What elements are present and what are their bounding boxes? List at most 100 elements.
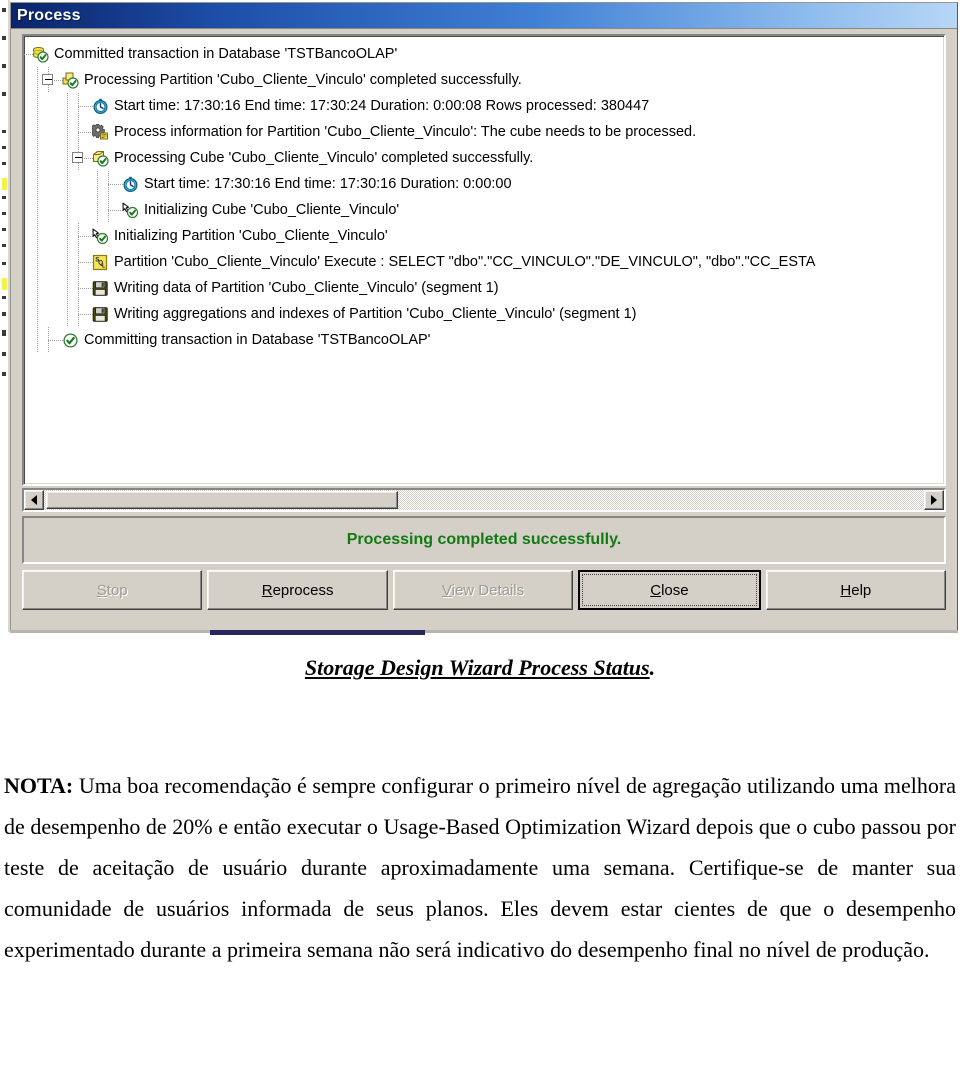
gear-info-icon <box>92 124 109 141</box>
tree-expander-collapse-button[interactable] <box>22 48 23 59</box>
tree-row[interactable]: Processing Cube 'Cubo_Cliente_Vinculo' c… <box>24 145 944 171</box>
tree-row-label: Processing Cube 'Cubo_Cliente_Vinculo' c… <box>114 150 534 166</box>
tree-guide-line <box>108 197 109 223</box>
figure-caption: Storage Design Wizard Process Status. <box>0 655 960 681</box>
tree-guide-line <box>67 171 68 197</box>
reprocess-button[interactable]: Reprocess <box>207 570 388 610</box>
tree-row-label: Partition 'Cubo_Cliente_Vinculo' Execute… <box>114 254 816 270</box>
button-label: Close <box>650 581 689 599</box>
tree-guide-line <box>78 275 79 301</box>
tree-expander-collapse-button[interactable] <box>72 152 83 163</box>
clock-icon <box>92 98 109 115</box>
tree-row-label: Committing transaction in Database 'TSTB… <box>84 332 431 348</box>
check-circle-icon <box>62 332 79 349</box>
tree-expander-collapse-button[interactable] <box>42 74 53 85</box>
tree-guide-line <box>78 223 79 249</box>
tree-row-label: Writing aggregations and indexes of Part… <box>114 306 637 322</box>
scrollbar-thumb[interactable] <box>46 491 398 509</box>
tree-row[interactable]: Initializing Cube 'Cubo_Cliente_Vinculo' <box>24 197 944 223</box>
process-dialog: Process Committed transaction in Databas… <box>10 2 958 632</box>
view-details-button: View Details <box>392 570 574 610</box>
status-message: Processing completed successfully. <box>346 531 622 548</box>
cube-success-icon <box>92 150 109 167</box>
tree-guide-line <box>78 93 79 119</box>
tree-row[interactable]: Process information for Partition 'Cubo_… <box>24 119 944 145</box>
tree-guide-line <box>37 327 38 353</box>
tree-guide-line <box>78 249 79 275</box>
tree-guide-line <box>67 275 68 301</box>
tree-guide-line <box>97 171 98 197</box>
default-focus-ring: Close <box>582 574 757 606</box>
tree-guide-line <box>37 119 38 145</box>
sql-icon: SQL <box>92 254 109 271</box>
tree-guide-line <box>78 301 79 327</box>
tree-row-label: Start time: 17:30:16 End time: 17:30:24 … <box>114 98 650 114</box>
tree-row[interactable]: Processing Partition 'Cubo_Cliente_Vincu… <box>24 67 944 93</box>
tree-guide-line <box>37 145 38 171</box>
dialog-button-row: Stop Reprocess View Details Close Help <box>22 570 947 610</box>
tree-row-label: Process information for Partition 'Cubo_… <box>114 124 697 140</box>
tree-guide-line <box>48 327 49 353</box>
button-label: Stop <box>96 581 128 599</box>
background-window-sliver <box>0 0 10 632</box>
help-button[interactable]: Help <box>765 570 947 610</box>
scroll-right-button[interactable] <box>924 490 944 510</box>
tree-row-label: Initializing Cube 'Cubo_Cliente_Vinculo' <box>144 202 400 218</box>
tree-row[interactable]: Writing data of Partition 'Cubo_Cliente_… <box>24 275 944 301</box>
arrow-left-icon <box>31 495 37 505</box>
tree-guide-line <box>67 93 68 119</box>
tree-guide-line <box>37 301 38 327</box>
initialize-icon <box>92 228 109 245</box>
clock-icon <box>122 176 139 193</box>
process-tree-panel[interactable]: Committed transaction in Database 'TSTBa… <box>22 34 946 486</box>
database-commit-icon <box>32 46 49 63</box>
scroll-left-button[interactable] <box>24 490 44 510</box>
tree-row[interactable]: Writing aggregations and indexes of Part… <box>24 301 944 327</box>
tree-row[interactable]: Committed transaction in Database 'TSTBa… <box>24 41 944 67</box>
tree-guide-line <box>37 197 38 223</box>
button-label: Help <box>840 581 872 599</box>
tree-row[interactable]: Start time: 17:30:16 End time: 17:30:16 … <box>24 171 944 197</box>
tree-row[interactable]: S Q L Partition 'Cubo_Cliente_Vinculo' Exec… <box>24 249 944 275</box>
tree-guide-line <box>108 171 109 197</box>
tree-guide-line <box>37 249 38 275</box>
initialize-icon <box>122 202 139 219</box>
tree-guide-line <box>67 301 68 327</box>
diskette-icon <box>92 306 109 323</box>
tree-guide-line <box>37 223 38 249</box>
arrow-right-icon <box>931 495 937 505</box>
tree-row-label: Processing Partition 'Cubo_Cliente_Vincu… <box>84 72 522 88</box>
tree-row-label: Initializing Partition 'Cubo_Cliente_Vin… <box>114 228 388 244</box>
dialog-drop-shadow <box>10 630 958 633</box>
note-body: Uma boa recomendação é sempre configurar… <box>4 773 956 962</box>
dialog-titlebar[interactable]: Process <box>11 3 957 29</box>
tree-guide-line <box>37 171 38 197</box>
figure-caption-period: . <box>649 655 656 680</box>
tree-guide-line <box>67 145 68 171</box>
tree-row-label: Writing data of Partition 'Cubo_Cliente_… <box>114 280 499 296</box>
close-button[interactable]: Close <box>578 570 761 610</box>
figure-caption-text: Storage Design Wizard Process Status <box>304 655 650 680</box>
background-window-bottom-sliver <box>210 630 425 635</box>
tree-row-label: Committed transaction in Database 'TSTBa… <box>54 46 398 62</box>
tree-guide-line <box>67 223 68 249</box>
button-label: View Details <box>441 581 525 599</box>
tree-row[interactable]: Start time: 17:30:16 End time: 17:30:24 … <box>24 93 944 119</box>
tree-guide-line <box>37 275 38 301</box>
tree-row[interactable]: Initializing Partition 'Cubo_Cliente_Vin… <box>24 223 944 249</box>
tree-row[interactable]: Committing transaction in Database 'TSTB… <box>24 327 944 353</box>
process-tree: Committed transaction in Database 'TSTBa… <box>24 36 944 353</box>
tree-guide-line <box>67 197 68 223</box>
horizontal-scrollbar[interactable] <box>22 488 946 512</box>
dialog-client-area: Committed transaction in Database 'TSTBa… <box>14 32 954 628</box>
tree-guide-line <box>37 67 38 93</box>
page-root: Process Committed transaction in Databas… <box>0 0 960 1089</box>
diskette-icon <box>92 280 109 297</box>
note-paragraph: NOTA: Uma boa recomendação é sempre conf… <box>4 765 956 970</box>
tree-guide-line <box>97 197 98 223</box>
button-label: Reprocess <box>261 581 334 599</box>
tree-guide-line <box>37 93 38 119</box>
status-panel: Processing completed successfully. <box>22 516 946 564</box>
stop-button: Stop <box>22 570 203 610</box>
tree-guide-line <box>67 119 68 145</box>
